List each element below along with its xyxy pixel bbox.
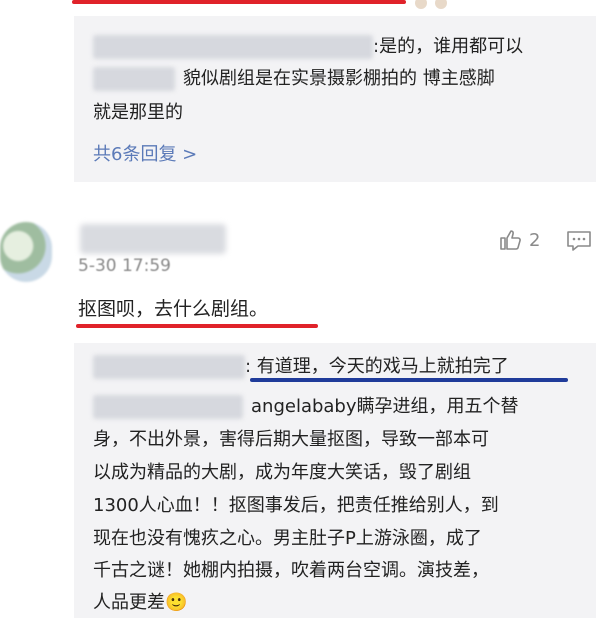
reply-text: 就是那里的 <box>93 102 183 123</box>
reply-line: :是的，谁用都可以 <box>93 32 523 62</box>
like-count: 2 <box>529 229 541 251</box>
comment-button[interactable] <box>566 230 592 256</box>
blue-annotation-underline <box>250 378 568 382</box>
reply-line: 身，不出外景，害得后期大量抠图，导致一部本可 <box>93 429 489 450</box>
reply-line: 貌似剧组是在实景摄影棚拍的 博主感脚 <box>93 64 495 94</box>
reply-line: 1300人心血！！抠图事发后，把责任推给别人，到 <box>93 495 499 516</box>
reply-text: angelababy瞒孕进组，用五个替 <box>251 396 519 417</box>
reply-line: 现在也没有愧疚之心。男主肚子P上游泳圈，成了 <box>93 528 482 549</box>
comment-text: 抠图呗，去什么剧组。 <box>78 298 269 320</box>
blurred-username <box>93 355 245 379</box>
comment-icon <box>567 231 591 251</box>
reply-line: 就是那里的 <box>93 98 183 128</box>
avatar[interactable] <box>0 222 52 282</box>
reply-text: : 有道理，今天的戏马上就拍完了 <box>245 356 509 377</box>
blurred-username <box>93 35 373 59</box>
emoji-fragment <box>415 0 465 9</box>
comment-timestamp: 5-30 17:59 <box>78 256 171 276</box>
reply-line: 人品更差🙂 <box>93 588 187 618</box>
reply-line: 以成为精品的大剧，成为年度大笑话，毁了剧组 <box>93 462 471 483</box>
red-annotation-underline <box>76 324 318 328</box>
reply-line: 千古之谜！她棚内拍摄，吹着两台空调。演技差， <box>93 560 489 581</box>
reply-text: :是的，谁用都可以 <box>373 36 524 57</box>
red-annotation-underline-top <box>72 0 406 4</box>
blurred-username <box>93 395 243 419</box>
reply-line: angelababy瞒孕进组，用五个替 <box>93 392 519 422</box>
blurred-username[interactable] <box>80 224 226 254</box>
smile-emoji-icon: 🙂 <box>165 592 188 613</box>
like-button[interactable]: 2 <box>499 228 540 252</box>
blurred-username <box>93 67 175 91</box>
more-replies-link[interactable]: 共6条回复 > <box>93 140 197 170</box>
reply-text: 人品更差 <box>93 592 165 613</box>
reply-text: 貌似剧组是在实景摄影棚拍的 博主感脚 <box>183 68 495 89</box>
thumbs-up-icon <box>500 230 521 250</box>
